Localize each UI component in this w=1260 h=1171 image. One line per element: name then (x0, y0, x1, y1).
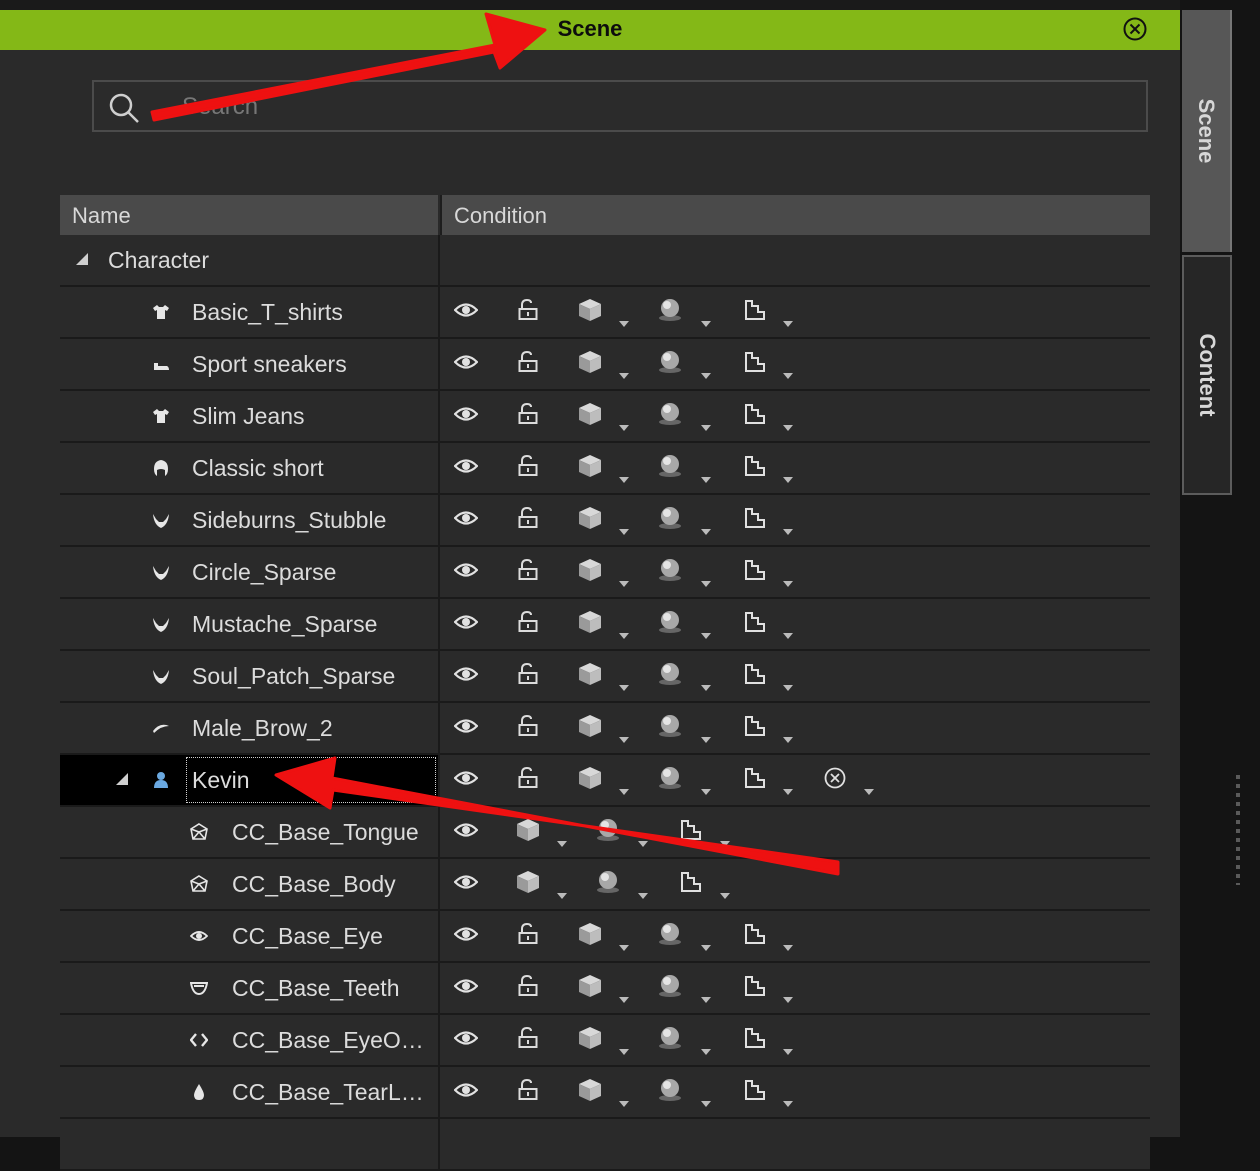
annotation-arrow-to-title (150, 12, 547, 122)
annotation-arrow-to-kevin (274, 756, 840, 876)
annotation-arrows (150, 12, 840, 876)
